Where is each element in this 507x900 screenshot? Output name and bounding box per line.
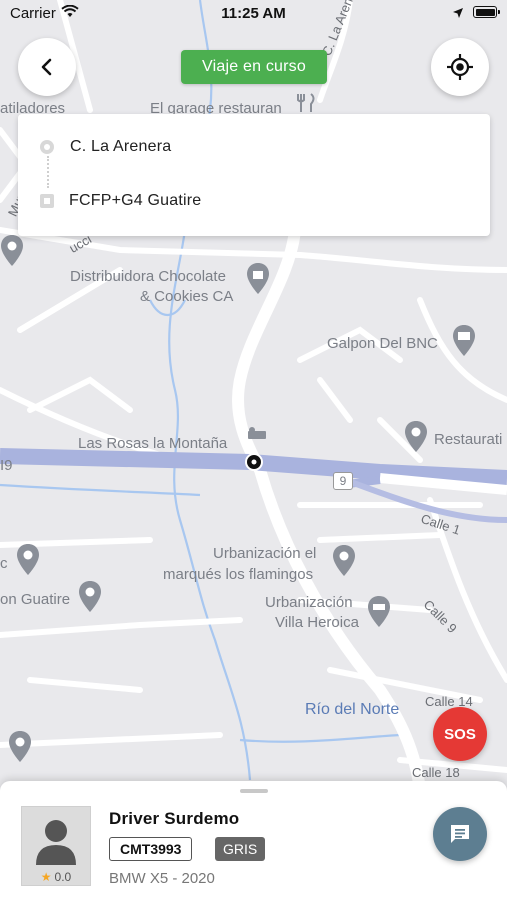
back-button[interactable]: [18, 38, 76, 96]
highway-shield: 9: [333, 472, 353, 490]
crosshair-icon: [447, 54, 473, 80]
map-label-urb-marques: Urbanización el: [213, 545, 317, 562]
map-label-highway: I9: [0, 457, 13, 474]
poi-pin-icon[interactable]: [78, 580, 102, 614]
driver-rating-value: 0.0: [54, 870, 72, 884]
destination-address: FCFP+G4 Guatire: [69, 192, 202, 209]
map-label-c: c: [0, 555, 8, 572]
map-label-urb-villa-2: Villa Heroica: [275, 614, 359, 631]
poi-pin-icon[interactable]: [332, 544, 356, 578]
vehicle-color-badge: GRIS: [215, 837, 266, 861]
status-bar: Carrier 11:25 AM: [0, 0, 507, 28]
locate-me-button[interactable]: [431, 38, 489, 96]
clock: 11:25 AM: [221, 5, 286, 22]
map-label-rio-norte: Río del Norte: [305, 701, 400, 718]
map-label-on-guatire: on Guatire: [0, 591, 71, 608]
origin-address: C. La Arenera: [70, 138, 172, 155]
map-label-distribuidora: Distribuidora Chocolate: [70, 268, 226, 285]
driver-name: Driver Surdemo: [109, 809, 240, 828]
vehicle-model: BMW X5 - 2020: [109, 870, 215, 887]
map-label-restaurati: Restaurati: [434, 431, 503, 448]
battery-icon: [473, 6, 500, 18]
bank-pin-icon[interactable]: [452, 324, 476, 358]
origin-row[interactable]: C. La Arenera: [0, 130, 472, 164]
driver-bottom-sheet[interactable]: ★ 0.0 Driver Surdemo CMT3993 GRIS BMW X5 …: [0, 781, 507, 900]
chat-button[interactable]: [433, 807, 487, 861]
chevron-left-icon: [41, 58, 52, 76]
poi-pin-icon[interactable]: [8, 730, 32, 764]
map-label-galpon: Galpon Del BNC: [327, 335, 438, 352]
sheet-drag-handle[interactable]: [240, 789, 268, 793]
trip-status-badge: Viaje en curso: [181, 50, 327, 84]
driver-rating: ★ 0.0: [21, 870, 91, 884]
location-arrow-icon: [453, 8, 463, 18]
map-label-calle18: Calle 18: [412, 765, 460, 780]
hotel-icon[interactable]: [246, 425, 268, 445]
poi-pin-icon[interactable]: [16, 543, 40, 577]
poi-pin-icon[interactable]: [0, 234, 24, 268]
origin-dot-icon: [40, 140, 54, 154]
map-label-las-rosas: Las Rosas la Montaña: [78, 435, 228, 452]
destination-row[interactable]: FCFP+G4 Guatire: [0, 184, 472, 218]
star-icon: ★: [40, 870, 52, 884]
shopping-pin-icon[interactable]: [246, 262, 270, 296]
map-label-urb-marques-2: marqués los flamingos: [163, 566, 314, 583]
license-plate-badge: CMT3993: [109, 837, 193, 861]
poi-pin-icon[interactable]: [404, 420, 428, 454]
hotel-pin-icon[interactable]: [367, 595, 391, 629]
restaurant-icon: [297, 93, 315, 112]
map-label-distribuidora-2: & Cookies CA: [140, 288, 234, 305]
chat-icon: [451, 825, 469, 843]
map-label-urb-villa: Urbanización: [265, 594, 353, 611]
sos-button[interactable]: SOS: [433, 707, 487, 761]
destination-square-icon: [40, 194, 54, 208]
person-avatar-icon: [36, 820, 76, 865]
